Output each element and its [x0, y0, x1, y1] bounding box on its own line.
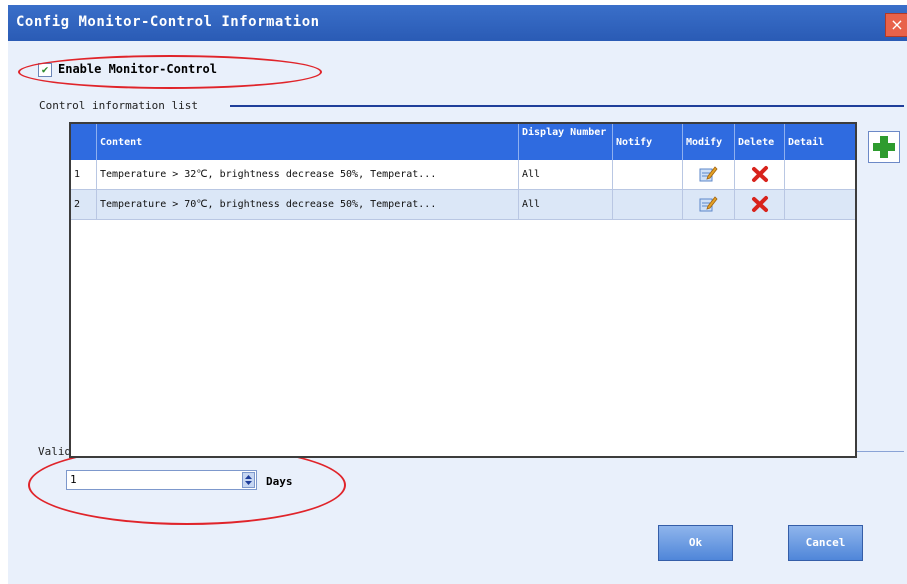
row-modify-cell — [683, 190, 735, 219]
row-notify — [613, 160, 683, 189]
header-content: Content — [97, 124, 519, 160]
logs-days-spinner[interactable]: 1 — [66, 470, 257, 490]
control-list-divider — [230, 105, 904, 107]
row-content: Temperature > 70℃, brightness decrease 5… — [97, 190, 519, 219]
edit-icon[interactable] — [698, 164, 718, 184]
logs-days-value[interactable]: 1 — [70, 473, 77, 486]
row-delete-cell — [735, 190, 785, 219]
header-delete: Delete — [735, 124, 785, 160]
table-row[interactable]: 1 Temperature > 32℃, brightness decrease… — [71, 160, 855, 190]
spin-buttons[interactable] — [242, 472, 255, 488]
close-icon: × — [890, 15, 904, 34]
header-display-number: Display Number — [519, 124, 613, 160]
row-index: 2 — [71, 190, 97, 219]
row-notify — [613, 190, 683, 219]
table-header: Content Display Number Notify Modify Del… — [71, 124, 855, 160]
enable-label: Enable Monitor-Control — [58, 62, 217, 76]
header-modify: Modify — [683, 124, 735, 160]
control-list-label: Control information list — [39, 99, 198, 112]
spin-up-icon[interactable] — [245, 475, 252, 479]
check-icon: ✔ — [41, 63, 49, 76]
row-display-number: All — [519, 160, 613, 189]
control-info-table: Content Display Number Notify Modify Del… — [69, 122, 857, 458]
delete-icon[interactable] — [751, 165, 769, 183]
delete-icon[interactable] — [751, 195, 769, 213]
row-content: Temperature > 32℃, brightness decrease 5… — [97, 160, 519, 189]
header-detail: Detail — [788, 137, 825, 148]
dialog-title: Config Monitor-Control Information — [16, 14, 320, 30]
header-index — [71, 124, 97, 160]
row-display-number: All — [519, 190, 613, 219]
cancel-button[interactable]: Cancel — [788, 525, 863, 561]
spin-down-icon[interactable] — [245, 481, 252, 485]
add-button[interactable] — [868, 131, 900, 163]
days-unit-label: Days — [266, 475, 293, 488]
enable-checkbox[interactable]: ✔ — [38, 63, 52, 77]
close-button[interactable]: × — [885, 13, 907, 37]
header-notify: Notify — [613, 124, 683, 160]
row-detail[interactable] — [785, 190, 855, 219]
edit-icon[interactable] — [698, 194, 718, 214]
title-bar: Config Monitor-Control Information — [8, 5, 907, 41]
add-icon — [873, 136, 895, 158]
row-index: 1 — [71, 160, 97, 189]
row-modify-cell — [683, 160, 735, 189]
ok-button[interactable]: Ok — [658, 525, 733, 561]
row-detail[interactable] — [785, 160, 855, 189]
table-row[interactable]: 2 Temperature > 70℃, brightness decrease… — [71, 190, 855, 220]
row-delete-cell — [735, 160, 785, 189]
